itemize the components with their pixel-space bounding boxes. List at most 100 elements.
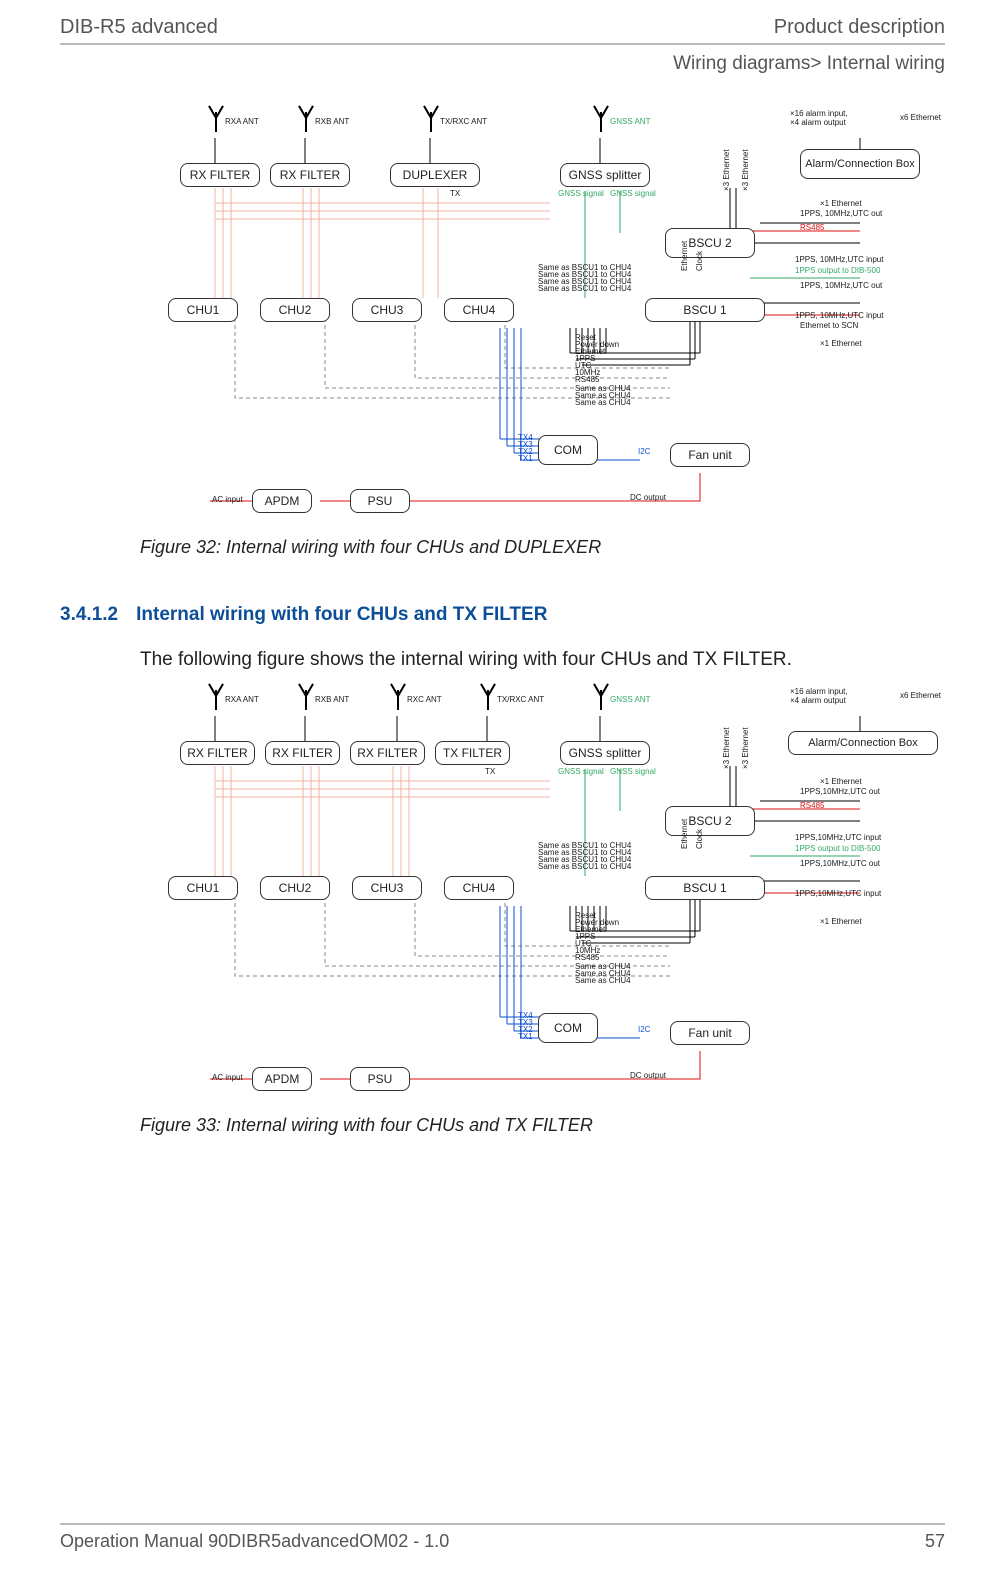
x3-eth-a-33: ×3 Ethernet <box>722 727 731 769</box>
psu: PSU <box>350 489 410 513</box>
section-intro: The following figure shows the internal … <box>140 648 945 673</box>
dc-output-label: DC output <box>630 493 666 502</box>
rs485-small: RS485 <box>575 375 599 384</box>
figure-33-diagram: RXA ANT RXB ANT RXC ANT TX/RXC ANT GNSS … <box>140 681 950 1101</box>
i2c-label: I2C <box>638 447 650 456</box>
psu-33: PSU <box>350 1067 410 1091</box>
dc-output-33: DC output <box>630 1071 666 1080</box>
chu2-33: CHU2 <box>260 876 330 900</box>
i2c-33: I2C <box>638 1025 650 1034</box>
apdm-33: APDM <box>252 1067 312 1091</box>
gnss-signal-r-33: GNSS signal <box>610 767 656 776</box>
pps-out-b-33: 1PPS,10MHz,UTC out <box>800 859 880 868</box>
rs485-side-33: RS485 <box>800 801 824 810</box>
figure-32-diagram: RXA ANT RXB ANT TX/RXC ANT GNSS ANT RX F… <box>140 103 950 523</box>
alarm-connection-box-33: Alarm/Connection Box <box>788 731 938 755</box>
bscu2-33: BSCU 2 <box>665 806 755 836</box>
dib500-33: 1PPS output to DIB-500 <box>795 844 880 853</box>
rx-filter-1-33: RX FILTER <box>180 741 255 765</box>
rx-filter-2: RX FILTER <box>270 163 350 187</box>
gnss-signal-r: GNSS signal <box>610 189 656 198</box>
chu3: CHU3 <box>352 298 422 322</box>
x1-eth-b: ×1 Ethernet <box>820 339 862 348</box>
gnss-ant-label-33: GNSS ANT <box>610 695 650 704</box>
rx-filter-3-33: RX FILTER <box>350 741 425 765</box>
footer-manual-id: Operation Manual 90DIBR5advancedOM02 - 1… <box>60 1531 449 1552</box>
x1-eth-a-33: ×1 Ethernet <box>820 777 862 786</box>
tx-label-33: TX <box>485 767 495 776</box>
x6-ethernet-label: x6 Ethernet <box>900 113 941 122</box>
gnss-ant-label: GNSS ANT <box>610 117 650 126</box>
pps-out-a-33: 1PPS,10MHz,UTC out <box>800 787 880 796</box>
figure-32-caption: Figure 32: Internal wiring with four CHU… <box>140 537 945 558</box>
apdm: APDM <box>252 489 312 513</box>
ethernet-vertical: Ethernet <box>680 241 689 271</box>
gnss-signal-l-33: GNSS signal <box>558 767 604 776</box>
chu4: CHU4 <box>444 298 514 322</box>
x6-ethernet-33: x6 Ethernet <box>900 691 941 700</box>
dib500-label: 1PPS output to DIB-500 <box>795 266 880 275</box>
rxb-ant-label: RXB ANT <box>315 117 349 126</box>
rxa-ant-label-33: RXA ANT <box>225 695 259 704</box>
duplexer: DUPLEXER <box>390 163 480 187</box>
tx1-label: TX1 <box>518 454 533 463</box>
same-b4: Same as BSCU1 to CHU4 <box>538 284 631 293</box>
rx-filter-2-33: RX FILTER <box>265 741 340 765</box>
pps-in-b: 1PPS, 10MHz,UTC input <box>795 311 883 320</box>
section-title: Internal wiring with four CHUs and TX FI… <box>136 604 547 626</box>
x1-eth-b-33: ×1 Ethernet <box>820 917 862 926</box>
alarm-io-label: ×16 alarm input, ×4 alarm output <box>790 109 848 127</box>
tx1-33: TX1 <box>518 1032 533 1041</box>
rxa-ant-label: RXA ANT <box>225 117 259 126</box>
txrxc-ant-label-33: TX/RXC ANT <box>497 695 544 704</box>
bscu2: BSCU 2 <box>665 228 755 258</box>
page-number: 57 <box>925 1531 945 1552</box>
x1-eth-a: ×1 Ethernet <box>820 199 862 208</box>
section-number: 3.4.1.2 <box>60 604 118 626</box>
ac-input-label: AC input <box>212 495 243 504</box>
com: COM <box>538 435 598 465</box>
breadcrumb: Wiring diagrams> Internal wiring <box>60 53 945 75</box>
com-33: COM <box>538 1013 598 1043</box>
chu1: CHU1 <box>168 298 238 322</box>
pps-in-b-33: 1PPS,10MHz,UTC input <box>795 889 881 898</box>
same-b4-33: Same as BSCU1 to CHU4 <box>538 862 631 871</box>
txrxc-ant-label: TX/RXC ANT <box>440 117 487 126</box>
chu4-33: CHU4 <box>444 876 514 900</box>
chu1-33: CHU1 <box>168 876 238 900</box>
bscu1-33: BSCU 1 <box>645 876 765 900</box>
eth-scn: Ethernet to SCN <box>800 321 858 330</box>
section-name: Product description <box>774 16 945 39</box>
alarm-connection-box: Alarm/Connection Box <box>800 149 920 179</box>
pps-out-b: 1PPS, 10MHz,UTC out <box>800 281 882 290</box>
alarm-io-33: ×16 alarm input, ×4 alarm output <box>790 687 848 705</box>
fan-unit: Fan unit <box>670 443 750 467</box>
figure-33-caption: Figure 33: Internal wiring with four CHU… <box>140 1115 945 1136</box>
rx-filter-1: RX FILTER <box>180 163 260 187</box>
same-c3: Same as CHU4 <box>575 398 631 407</box>
pps-in-a-33: 1PPS,10MHz,UTC input <box>795 833 881 842</box>
ethernet-vertical-33: Ethernet <box>680 818 689 848</box>
tx-label: TX <box>450 189 460 198</box>
rxb-ant-label-33: RXB ANT <box>315 695 349 704</box>
x3-eth-a: ×3 Ethernet <box>722 149 731 191</box>
rs485-side: RS485 <box>800 223 824 232</box>
tx-filter-33: TX FILTER <box>435 741 510 765</box>
bscu1: BSCU 1 <box>645 298 765 322</box>
gnss-splitter: GNSS splitter <box>560 163 650 187</box>
same-c3-33: Same as CHU4 <box>575 976 631 985</box>
gnss-signal-l: GNSS signal <box>558 189 604 198</box>
product-name: DIB-R5 advanced <box>60 16 218 39</box>
chu3-33: CHU3 <box>352 876 422 900</box>
x3-eth-b: ×3 Ethernet <box>741 149 750 191</box>
ac-input-33: AC input <box>212 1073 243 1082</box>
chu2: CHU2 <box>260 298 330 322</box>
fan-unit-33: Fan unit <box>670 1021 750 1045</box>
clock-vertical: Clock <box>695 251 704 271</box>
gnss-splitter-33: GNSS splitter <box>560 741 650 765</box>
x3-eth-b-33: ×3 Ethernet <box>741 727 750 769</box>
pps-out-a: 1PPS, 10MHz,UTC out <box>800 209 882 218</box>
rxc-ant-label-33: RXC ANT <box>407 695 442 704</box>
pps-in-a: 1PPS, 10MHz,UTC input <box>795 255 883 264</box>
rs485-small-33: RS485 <box>575 953 599 962</box>
